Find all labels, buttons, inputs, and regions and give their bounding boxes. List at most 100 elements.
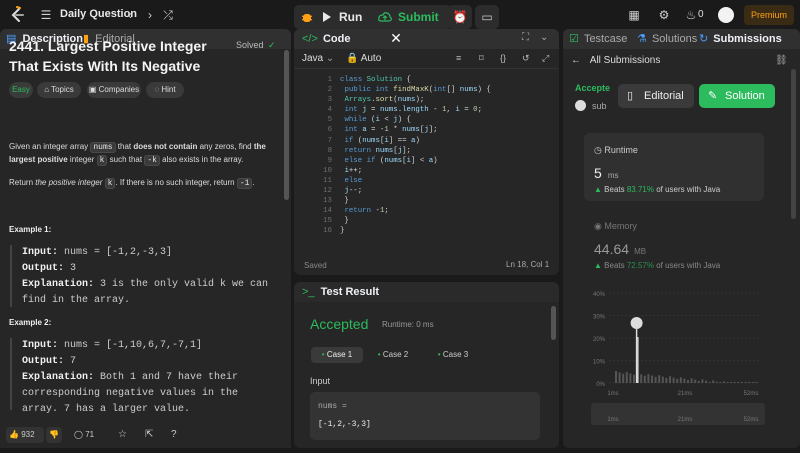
bookmark-icon[interactable]: ⌑ xyxy=(479,53,484,64)
topics-tag[interactable]: ⌂ Topics xyxy=(37,82,81,98)
language-select[interactable]: Java ⌄ xyxy=(302,53,334,64)
save-status: Saved xyxy=(304,261,327,270)
shuffle-icon[interactable]: ⤮ xyxy=(160,7,176,23)
code-panel: </> Code ✕ ⛶ ⌄ Java ⌄ 🔒 Auto ≡ ⌑ {} ↺ ⤢ … xyxy=(294,29,559,275)
submissions-scrollbar[interactable] xyxy=(791,69,796,219)
code-line: 12 j--; xyxy=(323,187,363,196)
star-icon[interactable]: ☆ xyxy=(118,427,127,443)
reset-icon[interactable]: ↺ xyxy=(522,53,530,64)
braces-icon[interactable]: {} xyxy=(500,53,506,63)
chip-icon: ◉ xyxy=(594,221,602,231)
x-tick-label: 21ms xyxy=(678,391,693,397)
input-box: nums = [-1,2,-3,3] xyxy=(310,392,540,440)
debug-icon[interactable] xyxy=(300,10,314,24)
histogram-bar xyxy=(683,378,686,383)
difficulty-badge[interactable]: Easy xyxy=(9,82,33,98)
link-icon[interactable]: ⛓ xyxy=(775,55,788,66)
leetcode-logo[interactable] xyxy=(8,6,26,24)
lightbulb-icon: ◌ xyxy=(154,85,160,94)
avatar[interactable] xyxy=(718,7,734,23)
book-icon: ▯ xyxy=(627,90,634,102)
dislike-button[interactable]: 👎 xyxy=(46,427,62,443)
beats-icon: ▲ xyxy=(594,261,602,270)
comments-button[interactable]: ◯ 71 xyxy=(74,427,94,443)
notes-icon[interactable]: ▭ xyxy=(475,5,499,29)
test-result-header: >_ Test Result xyxy=(294,282,559,302)
submit-button[interactable]: Submit xyxy=(374,5,452,29)
tab-test-result[interactable]: >_ Test Result xyxy=(302,285,379,299)
streak-count: 0 xyxy=(698,9,704,20)
share-icon[interactable]: ⇱ xyxy=(145,427,153,443)
history-icon: ↻ xyxy=(699,33,709,45)
format-icon[interactable]: ≡ xyxy=(456,53,461,63)
histogram-bar xyxy=(640,374,643,383)
premium-button[interactable]: Premium xyxy=(744,5,794,25)
return-statement: Return the positive integer k. If there … xyxy=(9,178,255,189)
histogram-bar xyxy=(701,379,704,383)
case-tab-2[interactable]: • Case 2 xyxy=(370,347,416,363)
prev-problem-icon[interactable]: ‹ xyxy=(122,7,138,23)
runtime-distribution-chart[interactable]: 40%30%20%10%0%1ms 21ms 52ms1ms 21ms 52ms xyxy=(587,285,769,425)
histogram-bar xyxy=(751,382,754,383)
check-circle-icon: ✓ xyxy=(268,40,276,50)
code-line: 2 public int findMaxK(int[] nums) { xyxy=(327,86,491,95)
run-button[interactable]: Run xyxy=(322,5,372,29)
histogram-bar xyxy=(625,372,628,383)
x-tick-label: 52ms xyxy=(744,391,759,397)
like-button[interactable]: 👍 932 xyxy=(6,427,44,443)
all-submissions-link[interactable]: ← All Submissions xyxy=(571,55,660,66)
auto-mode[interactable]: 🔒 Auto xyxy=(346,53,381,64)
tab-solutions[interactable]: ⚗ Solutions xyxy=(637,32,697,46)
code-line: 14 return -1; xyxy=(323,207,389,216)
example-2-block: Input: nums = [-1,10,6,7,-7,1] Output: 7… xyxy=(10,338,280,415)
help-icon[interactable]: ? xyxy=(171,427,177,443)
timer-icon[interactable]: ⏰ xyxy=(448,5,472,29)
next-problem-icon[interactable]: › xyxy=(142,7,158,23)
histogram-bar xyxy=(730,382,733,383)
case-tab-3[interactable]: • Case 3 xyxy=(430,347,476,363)
description-scrollbar[interactable] xyxy=(284,50,289,200)
example-1-heading: Example 1: xyxy=(9,225,52,234)
histogram-bar xyxy=(629,373,632,383)
problem-list-icon[interactable]: ☰ xyxy=(38,7,54,23)
runtime-text: Runtime: 0 ms xyxy=(382,320,434,329)
code-line: 5 while (i < j) { xyxy=(327,116,411,125)
tab-submissions[interactable]: ↻ Submissions xyxy=(699,32,782,46)
tab-testcase[interactable]: ☑ Testcase xyxy=(569,32,627,46)
histogram-bar xyxy=(708,382,711,383)
code-line: 6 int a = -1 * nums[j]; xyxy=(327,126,438,135)
terminal-icon: >_ xyxy=(302,286,315,298)
hint-tag[interactable]: ◌ Hint xyxy=(146,82,184,98)
close-icon[interactable]: ✕ xyxy=(386,29,406,48)
settings-gear-icon[interactable]: ⚙ xyxy=(656,7,672,23)
streak-fire-icon[interactable]: ♨ xyxy=(683,7,699,23)
problem-title[interactable]: 2441. Largest Positive Integer That Exis… xyxy=(9,36,209,76)
histogram-bar xyxy=(622,373,625,383)
layout-grid-icon[interactable]: ▦ xyxy=(626,7,642,23)
test-result-panel: >_ Test Result Accepted Runtime: 0 ms In… xyxy=(294,282,559,448)
tab-code[interactable]: </> Code xyxy=(302,32,350,46)
memory-label: ◉ Memory xyxy=(594,221,637,231)
memory-beats: ▲ Beats 72.57% of users with Java xyxy=(594,261,721,270)
companies-tag[interactable]: ▣ Companies xyxy=(87,82,141,98)
case-tab-1[interactable]: • Case 1 xyxy=(311,347,363,363)
x-tick-label: 1ms xyxy=(607,391,618,397)
histogram-bar xyxy=(643,375,646,383)
code-editor[interactable]: 1 class Solution { 2 public int findMaxK(… xyxy=(294,75,559,237)
expand-icon[interactable]: ⤢ xyxy=(542,53,549,64)
runtime-card[interactable]: ◷ Runtime 5 ms ▲ Beats 83.71% of users w… xyxy=(584,133,764,201)
editorial-button[interactable]: ▯ Editorial xyxy=(618,84,694,108)
example-2-heading: Example 2: xyxy=(9,318,52,327)
comment-icon: ◯ xyxy=(74,430,83,439)
thumbs-down-icon: 👎 xyxy=(49,430,59,439)
chevron-down-icon[interactable]: ⌄ xyxy=(540,32,548,43)
histogram-bar xyxy=(651,375,653,383)
solution-button[interactable]: ✎ Solution xyxy=(699,84,775,108)
histogram-bar xyxy=(647,374,650,383)
test-scrollbar[interactable] xyxy=(551,306,556,340)
runtime-value: 5 ms xyxy=(594,165,619,181)
navigator-tick-label: 21ms xyxy=(678,417,693,423)
maximize-icon[interactable]: ⛶ xyxy=(522,32,529,43)
code-line: 16} xyxy=(323,227,345,236)
code-line: 4 int j = nums.length - 1, i = 0; xyxy=(327,106,482,115)
